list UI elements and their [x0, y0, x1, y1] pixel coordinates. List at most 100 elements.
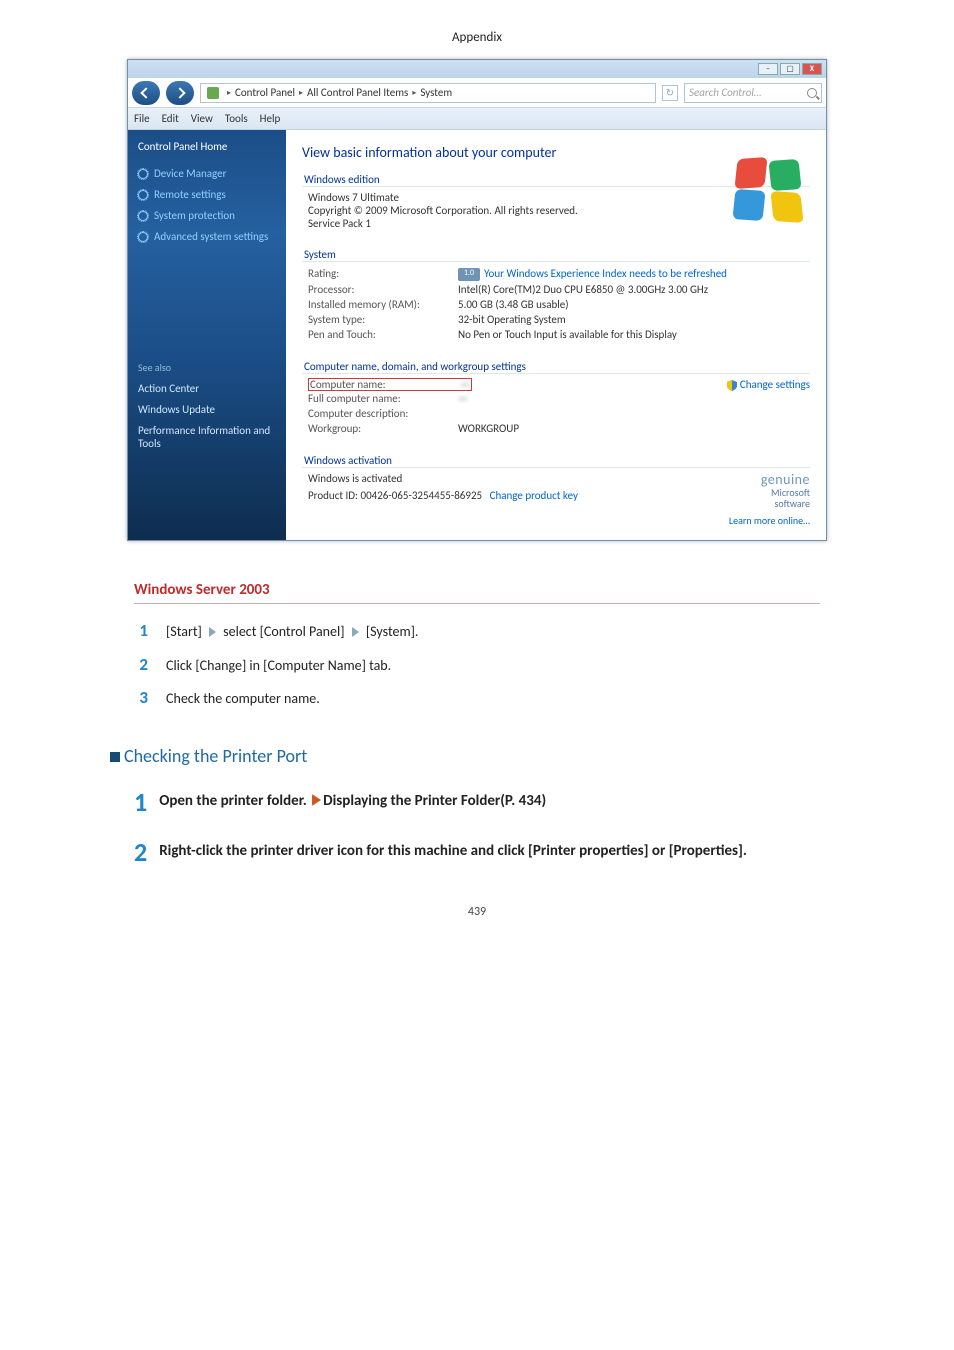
system-legend: System — [302, 248, 338, 261]
breadcrumb-segment[interactable]: All Control Panel Items — [307, 86, 408, 99]
sidebar-item-label: Performance Information and Tools — [138, 424, 276, 450]
menu-tools[interactable]: Tools — [225, 112, 248, 125]
see-also-label: See also — [138, 361, 276, 374]
kv-val: WORKGROUP — [458, 422, 519, 435]
step-number: 1 — [134, 622, 148, 641]
close-button[interactable]: X — [802, 63, 822, 75]
big-step-number: 2 — [134, 839, 147, 865]
computer-name-group: Computer name, domain, and workgroup set… — [302, 360, 810, 444]
step-row: 3 Check the computer name. — [134, 689, 820, 709]
section-heading: Windows Server 2003 — [134, 581, 820, 599]
main-panel: View basic information about your comput… — [286, 130, 826, 540]
change-product-key-link[interactable]: Change product key — [490, 489, 578, 502]
rating-key: Rating: — [308, 267, 458, 281]
kv-key: Computer name: — [310, 378, 460, 391]
big-step-text: Right-click the printer driver icon for … — [159, 839, 747, 862]
step-number: 3 — [134, 689, 148, 708]
search-icon — [807, 88, 817, 98]
computer-name-row-highlighted: Computer name:— — [308, 378, 472, 391]
big-step-row: 1 Open the printer folder. Displaying th… — [134, 789, 820, 815]
breadcrumb[interactable]: ▸ Control Panel ▸ All Control Panel Item… — [200, 83, 656, 103]
windows-logo-icon — [734, 156, 806, 228]
step-number: 2 — [134, 656, 148, 675]
sidebar-item-label: Windows Update — [138, 403, 215, 416]
edition-legend: Windows edition — [302, 173, 382, 186]
menu-file[interactable]: File — [134, 112, 150, 125]
sidebar-item-label: Remote settings — [154, 188, 226, 201]
system-window: – ▢ X ▸ Control Panel ▸ All Control Pane… — [127, 59, 827, 541]
breadcrumb-segment[interactable]: System — [420, 86, 452, 99]
big-step-text: Open the printer folder. Displaying the … — [159, 789, 546, 812]
square-icon — [110, 752, 120, 762]
sidebar-item-label: Advanced system settings — [154, 230, 268, 243]
product-id: Product ID: 00426-065-3254455-86925 — [308, 489, 482, 502]
nav-back-button[interactable] — [132, 81, 160, 105]
chevron-right-icon: ▸ — [299, 88, 303, 98]
sidebar-item-system-protection[interactable]: System protection — [138, 209, 276, 222]
cross-ref-link[interactable]: Displaying the Printer Folder(P. 434) — [323, 792, 546, 810]
gear-icon — [138, 190, 148, 200]
sidebar-item-advanced-settings[interactable]: Advanced system settings — [138, 230, 276, 243]
genuine-sub: Microsoft software — [729, 487, 810, 509]
kv-val-redacted: — — [458, 392, 468, 405]
genuine-label: genuine — [729, 472, 810, 487]
kv-val: 32-bit Operating System — [458, 313, 566, 326]
refresh-button[interactable]: ↻ — [662, 85, 678, 101]
page-header: Appendix — [90, 30, 864, 45]
kv-val-redacted: — — [460, 378, 470, 391]
sidebar-item-label: Device Manager — [154, 167, 226, 180]
page-number: 439 — [90, 905, 864, 919]
kv-key: System type: — [308, 313, 458, 326]
kv-val: 5.00 GB (3.48 GB usable) — [458, 298, 569, 311]
activation-group: Windows activation genuine Microsoft sof… — [302, 454, 810, 526]
sidebar-item-device-manager[interactable]: Device Manager — [138, 167, 276, 180]
subsection-heading: Checking the Printer Port — [110, 745, 844, 767]
sidebar-item-performance[interactable]: Performance Information and Tools — [138, 424, 276, 450]
search-placeholder: Search Control… — [689, 86, 762, 99]
learn-more-link[interactable]: Learn more online… — [729, 515, 810, 526]
kv-key: Processor: — [308, 283, 458, 296]
triangle-icon — [209, 627, 216, 637]
triangle-icon — [352, 627, 359, 637]
minimize-button[interactable]: – — [758, 63, 778, 75]
address-bar: ▸ Control Panel ▸ All Control Panel Item… — [128, 78, 826, 108]
breadcrumb-segment[interactable]: Control Panel — [235, 86, 295, 99]
kv-key: Installed memory (RAM): — [308, 298, 458, 311]
menu-help[interactable]: Help — [260, 112, 281, 125]
chevron-right-icon: ▸ — [412, 88, 416, 98]
subsection-title: Checking the Printer Port — [124, 745, 307, 767]
shield-icon — [727, 380, 737, 391]
menu-bar: File Edit View Tools Help — [128, 108, 826, 130]
kv-key: Computer description: — [308, 407, 458, 420]
genuine-badge: genuine Microsoft software Learn more on… — [729, 472, 810, 526]
step-text: Click [Change] in [Computer Name] tab. — [166, 656, 391, 676]
sidebar-home[interactable]: Control Panel Home — [138, 140, 276, 153]
change-settings-link[interactable]: Change settings — [727, 378, 810, 391]
search-input[interactable]: Search Control… — [684, 83, 822, 103]
step-text: [Start] select [Control Panel] [System]. — [166, 622, 418, 642]
sidebar-item-windows-update[interactable]: Windows Update — [138, 403, 276, 416]
maximize-button[interactable]: ▢ — [780, 63, 800, 75]
kv-val: No Pen or Touch Input is available for t… — [458, 328, 677, 341]
menu-edit[interactable]: Edit — [162, 112, 179, 125]
sidebar-item-label: System protection — [154, 209, 235, 222]
sidebar-item-action-center[interactable]: Action Center — [138, 382, 276, 395]
step-row: 1 [Start] select [Control Panel] [System… — [134, 622, 820, 642]
rating-link[interactable]: Your Windows Experience Index needs to b… — [484, 267, 727, 280]
step-text-part: select [Control Panel] — [223, 623, 344, 640]
sidebar-item-label: Action Center — [138, 382, 199, 395]
rating-badge: 1.0 — [458, 268, 480, 281]
step-text-part: [System]. — [366, 623, 419, 640]
computer-legend: Computer name, domain, and workgroup set… — [302, 360, 528, 373]
sidebar-item-remote-settings[interactable]: Remote settings — [138, 188, 276, 201]
step-text: Check the computer name. — [166, 689, 320, 709]
window-controls: – ▢ X — [128, 60, 826, 78]
activation-legend: Windows activation — [302, 454, 394, 467]
change-settings-label: Change settings — [740, 378, 810, 391]
gear-icon — [138, 169, 148, 179]
nav-forward-button[interactable] — [166, 81, 194, 105]
sidebar: Control Panel Home Device Manager Remote… — [128, 130, 286, 540]
kv-val: Intel(R) Core(TM)2 Duo CPU E6850 @ 3.00G… — [458, 283, 708, 296]
kv-key: Workgroup: — [308, 422, 458, 435]
menu-view[interactable]: View — [191, 112, 213, 125]
